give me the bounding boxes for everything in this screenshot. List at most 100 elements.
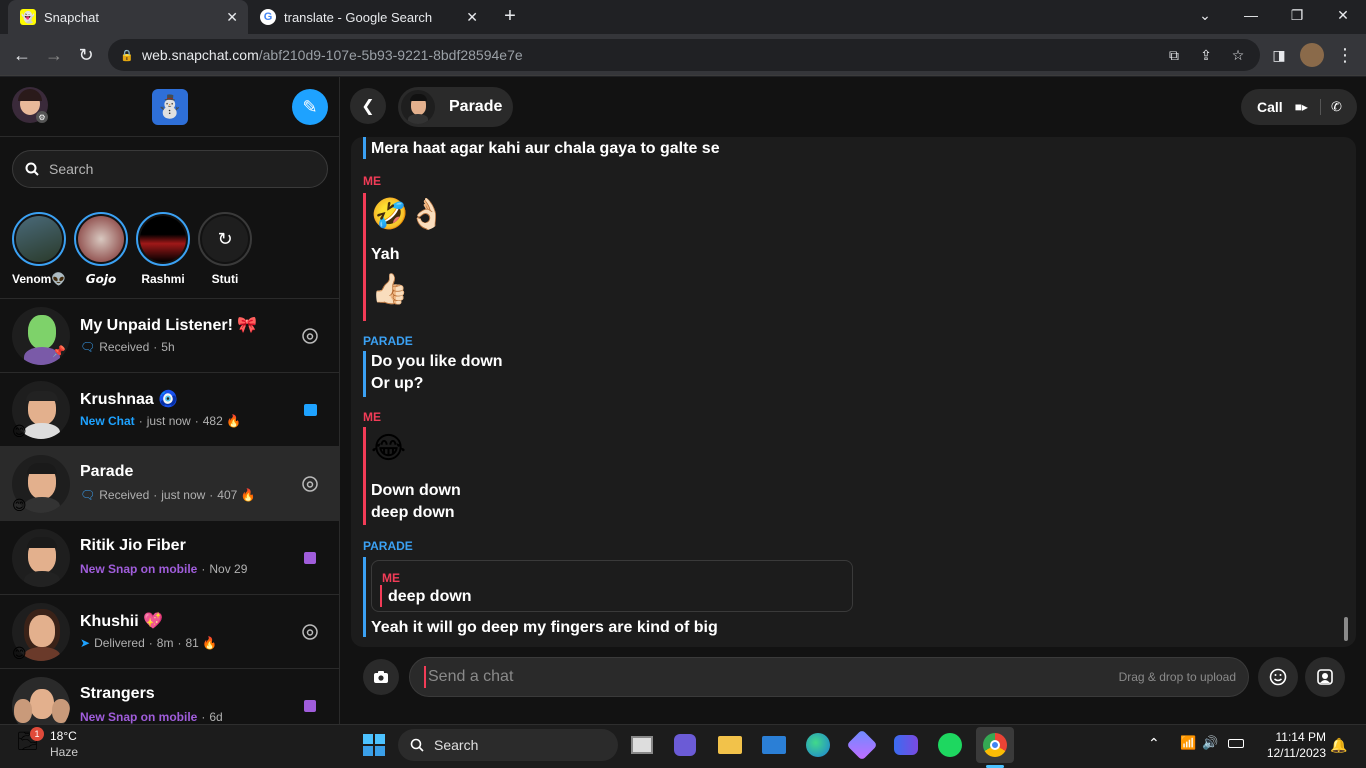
friend-emoji-icon: 😊 xyxy=(12,645,27,661)
conversation-title[interactable]: Parade xyxy=(398,87,513,127)
back-arrow-icon[interactable]: ← xyxy=(9,42,35,68)
camera-reply-icon[interactable] xyxy=(302,476,318,492)
chevron-up-icon[interactable]: ⌃ xyxy=(1148,735,1160,752)
taskbar-search[interactable]: Search xyxy=(398,729,618,761)
sticker-button[interactable] xyxy=(1305,657,1345,697)
weather-badge: 1 xyxy=(30,727,44,741)
clock-date[interactable]: 12/11/2023 xyxy=(1254,746,1326,760)
camera-button[interactable] xyxy=(363,659,399,695)
weather-desc[interactable]: Haze xyxy=(50,745,78,759)
quoted-message[interactable]: ME deep down xyxy=(371,560,853,612)
sticker-icon xyxy=(1317,669,1333,685)
close-tab-icon[interactable]: ✕ xyxy=(226,9,238,26)
story-rashmi[interactable]: Rashmi xyxy=(136,212,190,286)
side-panel-icon[interactable]: ◨ xyxy=(1266,42,1292,68)
emoji-message: 🤣👌🏻 xyxy=(371,198,446,231)
stories-row: Venom👽 𝙂𝙤𝙟𝙤 Rashmi ↻ Stuti xyxy=(0,205,339,299)
chat-row-krushnaa[interactable]: 😊 Krushnaa 🧿 New Chat · just now · 482 🔥 xyxy=(0,373,339,447)
scrollbar-thumb[interactable] xyxy=(1344,617,1348,641)
chrome-icon[interactable] xyxy=(976,727,1014,763)
message-text: Or up? xyxy=(371,375,424,392)
reload-icon[interactable]: ↻ xyxy=(73,42,99,68)
new-chat-button[interactable]: ✎ xyxy=(292,89,328,125)
chat-row-strangers[interactable]: Strangers New Snap on mobile · 6d xyxy=(0,669,339,724)
teams-app-icon[interactable] xyxy=(892,731,920,759)
minimize-button[interactable]: — xyxy=(1228,0,1274,30)
mail-icon[interactable] xyxy=(760,731,788,759)
windows-start-icon[interactable] xyxy=(360,731,388,759)
camera-reply-icon[interactable] xyxy=(302,328,318,344)
received-chat-icon: 🗨 xyxy=(80,340,96,354)
call-pill[interactable]: Call ■▸ ✆ xyxy=(1241,89,1357,125)
quote-sender: ME xyxy=(382,571,400,585)
spotify-icon[interactable] xyxy=(936,731,964,759)
bookmark-star-icon[interactable]: ☆ xyxy=(1228,45,1248,65)
call-label: Call xyxy=(1257,99,1283,115)
camera-icon xyxy=(374,671,388,683)
windows-taskbar: 🌫 1 18°C Haze Search ⌃ 📶 🔊 11:14 PM 12/1… xyxy=(0,724,1366,768)
close-window-button[interactable]: ✕ xyxy=(1320,0,1366,30)
address-bar[interactable]: 🔒 web.snapchat.com/abf210d9-107e-5b93-92… xyxy=(108,39,1260,71)
tab-title: translate - Google Search xyxy=(284,9,433,25)
tab-search-chevron-icon[interactable]: ⌄ xyxy=(1182,0,1228,30)
back-button[interactable]: ❮ xyxy=(350,88,386,124)
friend-emoji-icon: 😊 xyxy=(12,497,27,513)
url-text[interactable]: web.snapchat.com/abf210d9-107e-5b93-9221… xyxy=(142,47,523,63)
clock-time[interactable]: 11:14 PM xyxy=(1264,730,1326,744)
bitmoji-snowman-icon[interactable]: ⛄ xyxy=(152,89,188,125)
task-view-icon[interactable] xyxy=(628,731,656,759)
file-explorer-icon[interactable] xyxy=(716,731,744,759)
profile-avatar[interactable] xyxy=(1300,43,1324,67)
open-in-app-icon[interactable]: ⧉ xyxy=(1164,45,1184,65)
bitmoji-avatar xyxy=(12,529,70,587)
weather-temp[interactable]: 18°C xyxy=(50,729,77,743)
chat-row-my-unpaid-listener[interactable]: 📌 My Unpaid Listener! 🎀 🗨 Received · 5h xyxy=(0,299,339,373)
bitmoji-avatar xyxy=(401,90,435,124)
snapchat-app: ⚙ ⛄ ✎ Search Venom👽 𝙂𝙤𝙟𝙤 Rashmi ↻ Stuti … xyxy=(0,77,1366,724)
message-text: Down down xyxy=(371,482,461,499)
send-chat-box[interactable]: Drag & drop to upload xyxy=(409,657,1249,697)
edge-browser-icon[interactable] xyxy=(804,731,832,759)
chat-row-ritik-jio-fiber[interactable]: Ritik Jio Fiber New Snap on mobile · Nov … xyxy=(0,521,339,595)
chat-row-khushii[interactable]: 😊 Khushii 💖 ➤ Delivered · 8m · 81 🔥 xyxy=(0,595,339,669)
close-tab-icon[interactable]: ✕ xyxy=(466,9,478,26)
browser-window: 👻 Snapchat ✕ G translate - Google Search… xyxy=(0,0,1366,724)
meet-chat-icon[interactable] xyxy=(671,731,699,759)
new-tab-button[interactable]: + xyxy=(498,4,522,28)
tab-google-search[interactable]: G translate - Google Search ✕ xyxy=(248,0,488,34)
story-gojo[interactable]: 𝙂𝙤𝙟𝙤 xyxy=(74,212,128,286)
google-favicon-icon: G xyxy=(260,9,276,25)
settings-gear-icon[interactable]: ⚙ xyxy=(36,111,48,123)
search-input[interactable]: Search xyxy=(12,150,328,188)
emoji-button[interactable] xyxy=(1258,657,1298,697)
new-chat-indicator-icon[interactable] xyxy=(302,402,318,418)
share-icon[interactable]: ⇪ xyxy=(1196,45,1216,65)
notification-bell-icon[interactable]: 🔔 xyxy=(1330,737,1347,754)
new-snap-indicator-icon[interactable] xyxy=(302,698,318,714)
maximize-button[interactable]: ❐ xyxy=(1274,0,1320,30)
phone-call-icon[interactable]: ✆ xyxy=(1331,99,1342,115)
wifi-icon[interactable]: 📶 xyxy=(1180,735,1196,751)
copilot-icon[interactable] xyxy=(846,729,878,761)
battery-icon[interactable] xyxy=(1228,739,1244,748)
pin-icon: 📌 xyxy=(52,346,66,358)
more-menu-icon[interactable]: ⋮ xyxy=(1332,42,1358,68)
story-stuti[interactable]: ↻ Stuti xyxy=(198,212,252,286)
search-icon xyxy=(25,162,39,176)
volume-icon[interactable]: 🔊 xyxy=(1202,735,1218,751)
emoji-message: 😂 xyxy=(371,432,407,465)
chat-row-parade[interactable]: 😊 Parade 🗨 Received · just now · 407 🔥 xyxy=(0,447,339,521)
forward-arrow-icon[interactable]: → xyxy=(41,42,67,68)
story-venom[interactable]: Venom👽 xyxy=(12,212,66,286)
send-chat-input[interactable] xyxy=(424,666,1024,688)
conversation-header: ❮ Parade Call ■▸ ✆ xyxy=(341,77,1366,137)
new-snap-indicator-icon[interactable] xyxy=(302,550,318,566)
sender-label: ME xyxy=(363,410,381,424)
tab-snapchat[interactable]: 👻 Snapchat ✕ xyxy=(8,0,248,34)
emoji-message: 👍🏻 xyxy=(371,273,409,306)
video-call-icon[interactable]: ■▸ xyxy=(1295,100,1308,114)
search-icon xyxy=(410,738,424,752)
message-text: Do you like down xyxy=(371,353,503,370)
camera-reply-icon[interactable] xyxy=(302,624,318,640)
message-text: deep down xyxy=(371,504,455,521)
